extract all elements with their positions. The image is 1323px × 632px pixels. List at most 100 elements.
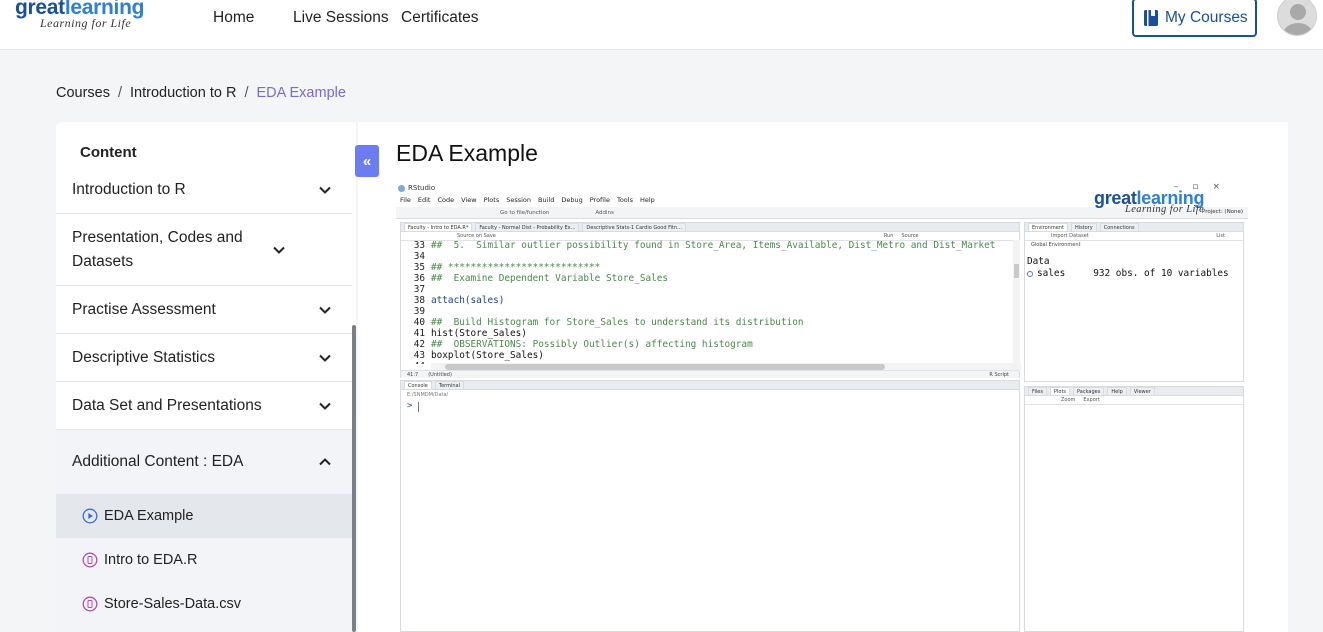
chevron-up-icon	[319, 458, 331, 466]
console-tab: Console	[404, 381, 432, 389]
double-chevron-left-icon: «	[362, 152, 372, 170]
line-number: 40	[413, 317, 425, 328]
editor-tab: Descriptive Stats-1 Cardio Good Fitn...	[582, 223, 686, 231]
env-data-list: Data sales 932 obs. of 10 variables	[1027, 256, 1229, 280]
breadcrumb-introduction-to-r[interactable]: Introduction to R	[130, 85, 236, 101]
code-line: 38 attach(sales)	[401, 295, 1013, 306]
line-number: 43	[413, 350, 425, 361]
code-line: 36 ## Examine Dependent Variable Store_Sa…	[401, 273, 1013, 284]
sub-item-label: Intro to EDA.R	[104, 552, 198, 568]
line-number: 33	[413, 240, 425, 251]
code-line: 41 hist(Store_Sales)	[401, 328, 1013, 339]
menu-code: Code	[437, 196, 455, 204]
menu-build: Build	[538, 196, 555, 204]
files-tabs: Files Plots Packages Help Viewer	[1025, 387, 1243, 396]
run-button: Run	[883, 233, 894, 239]
addins-menu: Addins	[595, 209, 614, 216]
project-indicator: Project: (None)	[1202, 209, 1244, 215]
breadcrumb-courses[interactable]: Courses	[56, 85, 110, 101]
env-tabs: Environment History Connections	[1025, 223, 1243, 232]
sidebar-scrollbar[interactable]	[352, 325, 356, 632]
list-view-toggle: List	[1216, 233, 1225, 239]
sub-item-store-sales-data[interactable]: Store-Sales-Data.csv	[56, 582, 352, 626]
help-tab: Help	[1107, 387, 1127, 395]
env-var-desc: 932 obs. of 10 variables	[1093, 268, 1229, 279]
line-number: 36	[413, 273, 425, 284]
menu-edit: Edit	[417, 196, 431, 204]
editor-tab: Faculty - Intro to EDA.R*	[404, 223, 473, 231]
line-number: 42	[413, 339, 425, 350]
nav-home[interactable]: Home	[213, 9, 254, 27]
sub-item-eda-example[interactable]: EDA Example	[56, 494, 352, 538]
file-attachment-icon	[82, 596, 98, 612]
console-tabs: Console Terminal	[401, 381, 1019, 390]
code-text: ## OBSERVATIONS: Possibly Outlier(s) aff…	[431, 339, 753, 350]
line-number: 35	[413, 262, 425, 273]
source-button: Source	[901, 233, 919, 239]
plots-toolbar: Zoom Export	[1025, 396, 1243, 405]
goto-file-field: Go to file/function	[500, 209, 550, 216]
sidebar-section-additional-content-eda[interactable]: Additional Content : EDA	[56, 430, 352, 494]
play-circle-icon	[82, 508, 98, 524]
content-sidebar: Content Introduction to R Presentation, …	[56, 122, 356, 632]
code-text: hist(Store_Sales)	[431, 328, 527, 339]
chevron-down-icon	[319, 306, 331, 314]
code-editor: 33 ## 5. Similar outlier possibility foun…	[401, 240, 1013, 364]
code-line: 37	[401, 284, 1013, 295]
nav-live-sessions[interactable]: Live Sessions	[293, 9, 389, 27]
sidebar-section-data-set-presentations[interactable]: Data Set and Presentations	[56, 382, 352, 430]
sidebar-section-introduction-to-r[interactable]: Introduction to R	[56, 166, 352, 214]
line-number: 41	[413, 328, 425, 339]
env-tab-environment: Environment	[1028, 223, 1068, 231]
console-pane: Console Terminal E:/SNMDM/Data/ >	[400, 380, 1020, 632]
breadcrumb-current: EDA Example	[256, 85, 346, 101]
sidebar-section-label: Introduction to R	[72, 180, 186, 198]
chevron-down-icon	[319, 402, 331, 410]
editor-vscroll-thumb	[1014, 264, 1019, 278]
sidebar-section-presentation-codes[interactable]: Presentation, Codes and Datasets	[56, 214, 352, 286]
scope-indicator: (Untitled)	[428, 371, 452, 378]
zoom-button: Zoom	[1061, 397, 1076, 403]
terminal-tab: Terminal	[434, 381, 464, 389]
page-title: EDA Example	[396, 140, 538, 166]
sidebar-section-label: Additional Content : EDA	[72, 453, 244, 470]
editor-pane: Faculty - Intro to EDA.R* Faculty - Norm…	[400, 222, 1021, 378]
logo-tagline: Learning for Life	[40, 16, 132, 30]
my-courses-button[interactable]: My Courses	[1132, 0, 1257, 37]
export-button: Export	[1083, 397, 1100, 403]
code-line: 35 ## ***************************	[401, 262, 1013, 273]
collapse-sidebar-button[interactable]: «	[355, 145, 379, 177]
rstudio-logo-icon	[398, 184, 405, 192]
rstudio-titlebar: RStudio	[398, 184, 435, 192]
import-dataset-button: Import Dataset	[1051, 233, 1089, 239]
env-tab-history: History	[1070, 223, 1097, 231]
file-attachment-icon	[82, 552, 98, 568]
top-navbar: greatlearning Learning for Life Home Liv…	[0, 0, 1323, 50]
sidebar-section-practise-assessment[interactable]: Practise Assessment	[56, 286, 352, 334]
console-working-dir: E:/SNMDM/Data/	[407, 392, 449, 398]
code-line: 43 boxplot(Store_Sales)	[401, 350, 1013, 361]
breadcrumb-separator: /	[244, 85, 249, 101]
code-line: 39	[401, 306, 1013, 317]
video-player-rstudio[interactable]: RStudio –▫× File Edit Code View Plots Se…	[396, 182, 1248, 632]
sidebar-section-label: Data Set and Presentations	[72, 396, 262, 414]
avatar[interactable]	[1277, 0, 1317, 36]
menu-session: Session	[506, 196, 532, 204]
env-tab-connections: Connections	[1099, 223, 1139, 231]
editor-vscroll	[1013, 240, 1020, 364]
sidebar-section-label: Practise Assessment	[72, 300, 216, 318]
menu-tools: Tools	[616, 196, 633, 204]
env-data-header: Data	[1027, 256, 1050, 267]
greatlearning-logo[interactable]: greatlearning Learning for Life	[15, 0, 144, 31]
sidebar-section-descriptive-statistics[interactable]: Descriptive Statistics	[56, 334, 352, 382]
packages-tab: Packages	[1073, 387, 1105, 395]
nav-certificates[interactable]: Certificates	[401, 9, 479, 27]
sub-item-intro-to-eda-r[interactable]: Intro to EDA.R	[56, 538, 352, 582]
source-on-save: Source on Save	[457, 233, 496, 239]
editor-statusbar: 41:7 (Untitled) R Script	[401, 370, 1019, 378]
line-number: 38	[413, 295, 425, 306]
rstudio-app-title: RStudio	[408, 184, 436, 192]
menu-help: Help	[639, 196, 655, 204]
menu-file: File	[400, 196, 411, 204]
console-prompt: >	[407, 401, 413, 411]
